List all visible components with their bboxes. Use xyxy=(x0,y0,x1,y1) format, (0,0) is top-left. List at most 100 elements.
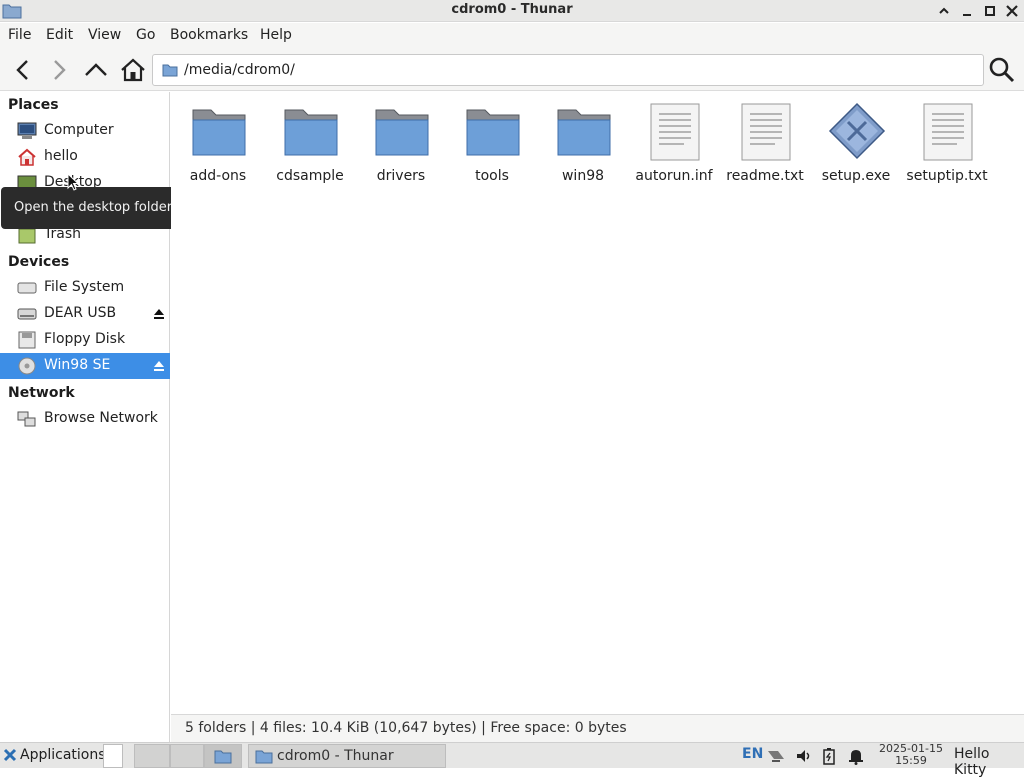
text-file-icon xyxy=(741,103,791,161)
close-icon[interactable] xyxy=(1003,2,1021,20)
sidebar-item-floppy-disk[interactable]: Floppy Disk xyxy=(0,327,170,353)
thunar-window: cdrom0 - Thunar File Edit View Go Bookma… xyxy=(0,0,1024,742)
taskbar: Applications cdrom0 - Thunar EN 2025-01-… xyxy=(0,742,1024,778)
show-desktop-button[interactable] xyxy=(103,744,123,768)
menu-bookmarks[interactable]: Bookmarks xyxy=(170,27,248,43)
file-name: setup.exe xyxy=(821,168,891,184)
menu-edit[interactable]: Edit xyxy=(46,27,73,43)
sidebar-item-label: Computer xyxy=(44,122,114,138)
menu-view[interactable]: View xyxy=(88,27,121,43)
network-status-icon[interactable] xyxy=(766,747,786,765)
computer-icon xyxy=(17,122,37,139)
eject-icon[interactable] xyxy=(152,307,166,321)
clock[interactable]: 2025-01-15 15:59 xyxy=(872,743,950,767)
folder-icon xyxy=(466,109,520,156)
file-item-setup-exe[interactable]: setup.exe xyxy=(811,102,901,190)
battery-icon[interactable] xyxy=(822,747,836,765)
sidebar-item-browse-network[interactable]: Browse Network xyxy=(0,406,170,432)
tooltip-text: Open the desktop folder xyxy=(14,200,173,215)
folder-icon xyxy=(255,750,273,764)
home-icon xyxy=(18,148,36,166)
file-item-cdsample[interactable]: cdsample xyxy=(265,102,355,190)
file-name: add-ons xyxy=(189,168,247,184)
tooltip: Open the desktop folder xyxy=(1,187,184,229)
sidebar-item-label: File System xyxy=(44,279,125,295)
file-item-setuptip-txt[interactable]: setuptip.txt xyxy=(902,102,992,190)
file-name: drivers xyxy=(376,168,426,184)
back-arrow-icon[interactable] xyxy=(8,55,38,85)
network-header: Network xyxy=(8,385,75,401)
taskbar-window-label: cdrom0 - Thunar xyxy=(277,748,394,764)
minimize-icon[interactable] xyxy=(958,2,976,20)
file-item-readme-txt[interactable]: readme.txt xyxy=(720,102,810,190)
status-bar: 5 folders | 4 files: 10.4 KiB (10,647 by… xyxy=(171,714,1024,742)
user-name[interactable]: Hello Kitty xyxy=(954,746,1024,778)
executable-icon xyxy=(828,102,886,160)
text-file-icon xyxy=(650,103,700,161)
applications-label: Applications xyxy=(20,747,106,763)
folder-icon xyxy=(375,109,429,156)
drive-icon xyxy=(17,282,37,294)
file-name: cdsample xyxy=(276,168,344,184)
keyboard-layout-indicator[interactable]: EN xyxy=(742,746,763,762)
window-title: cdrom0 - Thunar xyxy=(451,2,573,17)
maximize-up-icon[interactable] xyxy=(935,2,953,20)
up-arrow-icon[interactable] xyxy=(81,55,111,85)
search-icon[interactable] xyxy=(987,55,1017,85)
notification-bell-icon[interactable] xyxy=(848,747,864,765)
cdrom-icon xyxy=(18,357,36,375)
workspace-1[interactable] xyxy=(134,744,170,768)
volume-icon[interactable] xyxy=(795,747,813,765)
toolbar: /media/cdrom0/ xyxy=(0,49,1024,91)
menu-go[interactable]: Go xyxy=(136,27,155,43)
folder-icon xyxy=(214,750,232,764)
sidebar-item-file-system[interactable]: File System xyxy=(0,275,170,301)
xfce-logo-icon xyxy=(3,748,17,762)
file-name: setuptip.txt xyxy=(906,168,988,184)
devices-header: Devices xyxy=(8,254,70,270)
menu-help[interactable]: Help xyxy=(260,27,292,43)
forward-arrow-icon[interactable] xyxy=(44,55,74,85)
clock-time: 15:59 xyxy=(895,754,927,767)
floppy-icon xyxy=(18,331,36,349)
usb-drive-icon xyxy=(17,308,37,320)
folder-icon xyxy=(162,64,178,77)
folder-icon xyxy=(192,109,246,156)
network-icon xyxy=(17,411,36,427)
eject-icon[interactable] xyxy=(152,359,166,373)
workspace-3[interactable] xyxy=(204,744,242,768)
location-bar[interactable]: /media/cdrom0/ xyxy=(152,54,984,86)
file-item-drivers[interactable]: drivers xyxy=(356,102,446,190)
file-view[interactable]: add-ons cdsample drivers tools win98 aut… xyxy=(171,92,1024,714)
file-name: readme.txt xyxy=(726,168,804,184)
home-icon[interactable] xyxy=(118,55,148,85)
sidebar-item-label: Win98 SE xyxy=(44,357,111,373)
sidebar-item-computer[interactable]: Computer xyxy=(0,118,170,144)
title-bar[interactable]: cdrom0 - Thunar xyxy=(0,0,1024,22)
file-item-add-ons[interactable]: add-ons xyxy=(173,102,263,190)
location-path: /media/cdrom0/ xyxy=(184,62,295,78)
mouse-cursor-icon xyxy=(67,173,79,191)
folder-icon xyxy=(557,109,611,156)
status-text: 5 folders | 4 files: 10.4 KiB (10,647 by… xyxy=(185,720,627,736)
maximize-icon[interactable] xyxy=(981,2,999,20)
sidebar-item-label: DEAR USB xyxy=(44,305,117,321)
sidebar-item-label: Floppy Disk xyxy=(44,331,126,347)
workspace-2[interactable] xyxy=(170,744,204,768)
sidebar-item-label: Browse Network xyxy=(44,410,158,426)
file-item-autorun-inf[interactable]: autorun.inf xyxy=(629,102,719,190)
sidebar-item-dear-usb[interactable]: DEAR USB xyxy=(0,301,170,327)
applications-menu-button[interactable]: Applications xyxy=(0,744,106,768)
file-name: win98 xyxy=(561,168,605,184)
menu-file[interactable]: File xyxy=(8,27,31,43)
folder-icon xyxy=(284,109,338,156)
sidebar-item-label: hello xyxy=(44,148,78,164)
file-item-tools[interactable]: tools xyxy=(447,102,537,190)
places-header: Places xyxy=(8,97,59,113)
file-name: autorun.inf xyxy=(635,168,713,184)
sidebar-item-win98-se[interactable]: Win98 SE xyxy=(0,353,170,379)
sidebar-item-hello[interactable]: hello xyxy=(0,144,170,170)
file-item-win98[interactable]: win98 xyxy=(538,102,628,190)
text-file-icon xyxy=(923,103,973,161)
taskbar-window-thunar[interactable]: cdrom0 - Thunar xyxy=(248,744,446,768)
